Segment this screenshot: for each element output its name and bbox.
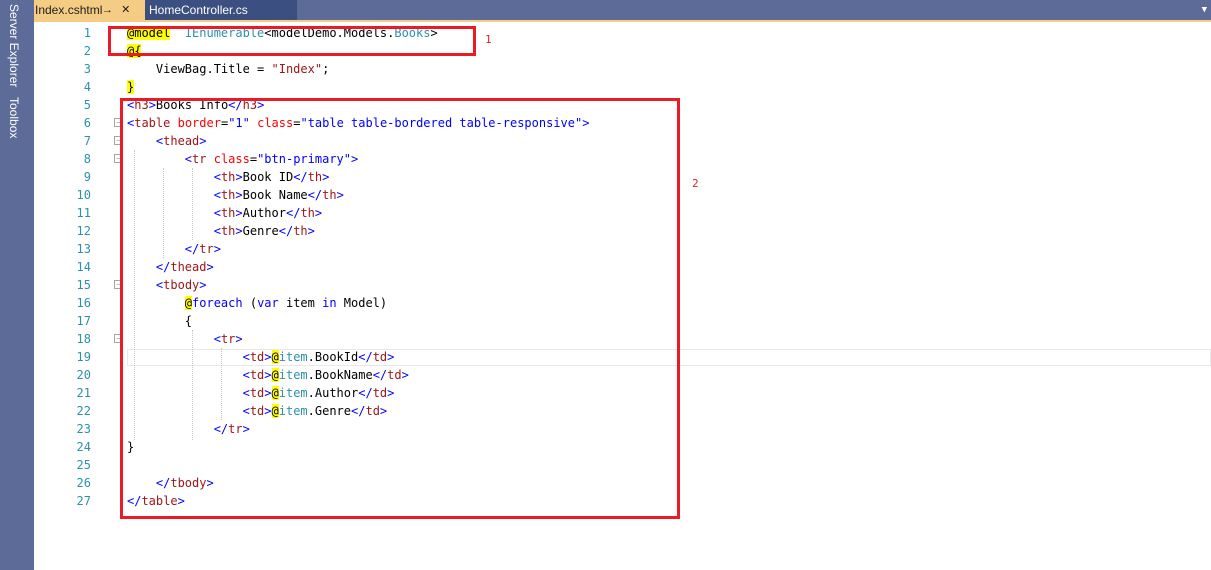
- line-number: 16: [76, 296, 91, 310]
- line-number: 11: [76, 206, 91, 220]
- annotation-label-2: 2: [692, 177, 699, 190]
- line-number: 1: [83, 26, 91, 40]
- line-number: 5: [83, 98, 91, 112]
- line-number: 2: [83, 44, 91, 58]
- line-number: 9: [83, 170, 91, 184]
- line-number: 22: [76, 404, 91, 418]
- code-token: }: [127, 80, 135, 94]
- tab-homecontroller-cs[interactable]: HomeController.cs: [145, 0, 297, 20]
- line-number: 24: [76, 440, 91, 454]
- chevron-down-icon[interactable]: ▼: [1202, 5, 1207, 15]
- line-number: 18: [76, 332, 91, 346]
- line-number: 4: [83, 80, 91, 94]
- code-text: ViewBag.Title = "Index";: [127, 60, 329, 78]
- line-number: 21: [76, 386, 91, 400]
- line-number: 8: [83, 152, 91, 166]
- line-number: 19: [76, 350, 91, 364]
- line-number: 17: [76, 314, 91, 328]
- toolbox-tab[interactable]: Toolbox: [7, 97, 21, 138]
- line-number: 6: [83, 116, 91, 130]
- tab-label: HomeController.cs: [149, 3, 248, 17]
- line-number: 10: [76, 188, 91, 202]
- code-token: "Index": [271, 62, 323, 76]
- code-editor[interactable]: 1 @model IEnumerable<modelDemo.Models.Boo…: [34, 24, 1211, 570]
- line-number: 25: [76, 458, 91, 472]
- tab-index-cshtml[interactable]: Index.cshtml → ✕: [34, 0, 145, 20]
- line-number: 26: [76, 476, 91, 490]
- line-number: 7: [83, 134, 91, 148]
- close-icon[interactable]: ✕: [121, 4, 130, 16]
- line-number: 14: [76, 260, 91, 274]
- tab-label: Index.cshtml: [35, 3, 103, 17]
- annotation-box-1: [108, 26, 476, 56]
- line-number: 15: [76, 278, 91, 292]
- server-explorer-tab[interactable]: Server Explorer: [7, 4, 21, 87]
- annotation-label-1: 1: [485, 33, 492, 46]
- line-number: 3: [83, 62, 91, 76]
- code-token: ;: [322, 62, 330, 76]
- editor-tab-bar: Index.cshtml → ✕ HomeController.cs ▼: [34, 0, 1211, 22]
- line-number: 27: [76, 494, 91, 508]
- annotation-box-2: [120, 98, 680, 519]
- code-text: }: [127, 78, 135, 96]
- left-tool-sidebar: Server Explorer Toolbox: [0, 0, 34, 570]
- code-token: ViewBag.Title =: [127, 62, 272, 76]
- line-number: 20: [76, 368, 91, 382]
- pin-icon[interactable]: →: [102, 4, 113, 16]
- line-number: 23: [76, 422, 91, 436]
- line-number: 12: [76, 224, 91, 238]
- line-number: 13: [76, 242, 91, 256]
